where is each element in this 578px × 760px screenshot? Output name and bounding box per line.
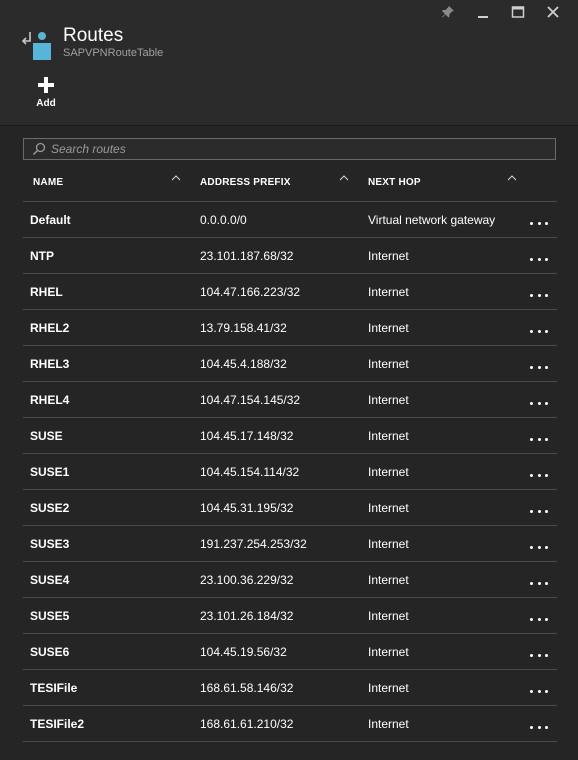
route-address-prefix: 104.47.154.145/32 xyxy=(200,393,301,407)
route-name: TESIFile xyxy=(30,681,78,695)
route-next-hop: Internet xyxy=(368,429,409,443)
more-options-icon[interactable] xyxy=(530,546,548,552)
route-address-prefix: 104.45.17.148/32 xyxy=(200,429,294,443)
table-row[interactable]: RHEL3 104.45.4.188/32 Internet xyxy=(23,346,557,382)
route-name: SUSE4 xyxy=(30,573,70,587)
window-controls xyxy=(430,2,570,22)
route-name: SUSE3 xyxy=(30,537,70,551)
more-options-icon[interactable] xyxy=(530,438,548,444)
more-options-icon[interactable] xyxy=(530,690,548,696)
route-next-hop: Internet xyxy=(368,645,409,659)
table-row[interactable]: TESIFile2 168.61.61.210/32 Internet xyxy=(23,706,557,742)
search-icon xyxy=(32,142,46,156)
route-address-prefix: 191.237.254.253/32 xyxy=(200,537,307,551)
table-row[interactable]: SUSE5 23.101.26.184/32 Internet xyxy=(23,598,557,634)
route-address-prefix: 13.79.158.41/32 xyxy=(200,321,287,335)
page-subtitle: SAPVPNRouteTable xyxy=(63,47,164,59)
route-name: RHEL xyxy=(30,285,63,299)
search-input[interactable] xyxy=(51,142,531,156)
route-name: RHEL2 xyxy=(30,321,70,335)
route-name: SUSE5 xyxy=(30,609,70,623)
table-row[interactable]: SUSE1 104.45.154.114/32 Internet xyxy=(23,454,557,490)
route-address-prefix: 104.45.31.195/32 xyxy=(200,501,294,515)
route-next-hop: Internet xyxy=(368,717,409,731)
more-options-icon[interactable] xyxy=(530,294,548,300)
route-name: RHEL4 xyxy=(30,393,70,407)
column-header-address-prefix[interactable]: ADDRESS PREFIX xyxy=(200,177,291,188)
more-options-icon[interactable] xyxy=(530,582,548,588)
route-address-prefix: 104.45.4.188/32 xyxy=(200,357,287,371)
route-next-hop: Internet xyxy=(368,285,409,299)
route-name: SUSE6 xyxy=(30,645,70,659)
plus-icon xyxy=(38,77,54,93)
route-next-hop: Internet xyxy=(368,357,409,371)
table-row[interactable]: TESIFile 168.61.58.146/32 Internet xyxy=(23,670,557,706)
routes-table: Default 0.0.0.0/0 Virtual network gatewa… xyxy=(23,202,557,742)
route-next-hop: Internet xyxy=(368,573,409,587)
more-options-icon[interactable] xyxy=(530,618,548,624)
minimize-icon[interactable] xyxy=(465,2,500,22)
route-address-prefix: 104.45.154.114/32 xyxy=(200,465,300,479)
more-options-icon[interactable] xyxy=(530,726,548,732)
route-address-prefix: 104.47.166.223/32 xyxy=(200,285,301,299)
table-row[interactable]: Default 0.0.0.0/0 Virtual network gatewa… xyxy=(23,202,557,238)
more-options-icon[interactable] xyxy=(530,330,548,336)
route-next-hop: Internet xyxy=(368,465,409,479)
column-header-name[interactable]: NAME xyxy=(33,177,63,188)
route-next-hop: Internet xyxy=(368,681,409,695)
blade-header: Routes SAPVPNRouteTable Add xyxy=(0,0,578,126)
route-next-hop: Internet xyxy=(368,501,409,515)
add-button-label: Add xyxy=(36,98,56,109)
more-options-icon[interactable] xyxy=(530,366,548,372)
table-row[interactable]: SUSE3 191.237.254.253/32 Internet xyxy=(23,526,557,562)
search-box[interactable] xyxy=(23,138,556,160)
route-next-hop: Internet xyxy=(368,609,409,623)
route-name: SUSE2 xyxy=(30,501,70,515)
table-row[interactable]: SUSE 104.45.17.148/32 Internet xyxy=(23,418,557,454)
route-next-hop: Internet xyxy=(368,537,409,551)
route-name: TESIFile2 xyxy=(30,717,85,731)
more-options-icon[interactable] xyxy=(530,510,548,516)
table-row[interactable]: SUSE2 104.45.31.195/32 Internet xyxy=(23,490,557,526)
table-row[interactable]: RHEL4 104.47.154.145/32 Internet xyxy=(23,382,557,418)
column-header-next-hop[interactable]: NEXT HOP xyxy=(368,177,421,188)
route-next-hop: Internet xyxy=(368,393,409,407)
route-address-prefix: 168.61.58.146/32 xyxy=(200,681,294,695)
route-address-prefix: 23.100.36.229/32 xyxy=(200,573,294,587)
more-options-icon[interactable] xyxy=(530,474,548,480)
table-row[interactable]: SUSE6 104.45.19.56/32 Internet xyxy=(23,634,557,670)
more-options-icon[interactable] xyxy=(530,222,548,228)
more-options-icon[interactable] xyxy=(530,654,548,660)
sort-up-icon[interactable] xyxy=(507,174,517,181)
table-row[interactable]: RHEL2 13.79.158.41/32 Internet xyxy=(23,310,557,346)
page-title: Routes xyxy=(63,25,124,46)
route-table-icon xyxy=(20,28,54,62)
table-row[interactable]: NTP 23.101.187.68/32 Internet xyxy=(23,238,557,274)
route-address-prefix: 23.101.26.184/32 xyxy=(200,609,294,623)
route-name: NTP xyxy=(30,249,54,263)
more-options-icon[interactable] xyxy=(530,402,548,408)
route-name: RHEL3 xyxy=(30,357,70,371)
table-header: NAME ADDRESS PREFIX NEXT HOP xyxy=(23,166,557,202)
maximize-icon[interactable] xyxy=(500,2,535,22)
route-next-hop: Virtual network gateway xyxy=(368,213,496,227)
sort-up-icon[interactable] xyxy=(339,174,349,181)
route-name: Default xyxy=(30,213,71,227)
table-row[interactable]: SUSE4 23.100.36.229/32 Internet xyxy=(23,562,557,598)
route-name: SUSE1 xyxy=(30,465,70,479)
table-row[interactable]: RHEL 104.47.166.223/32 Internet xyxy=(23,274,557,310)
route-address-prefix: 168.61.61.210/32 xyxy=(200,717,294,731)
route-address-prefix: 0.0.0.0/0 xyxy=(200,213,247,227)
close-icon[interactable] xyxy=(535,2,570,22)
more-options-icon[interactable] xyxy=(530,258,548,264)
pin-icon[interactable] xyxy=(430,2,465,22)
route-next-hop: Internet xyxy=(368,321,409,335)
add-button[interactable]: Add xyxy=(30,76,62,109)
sort-up-icon[interactable] xyxy=(171,174,181,181)
route-next-hop: Internet xyxy=(368,249,409,263)
route-address-prefix: 23.101.187.68/32 xyxy=(200,249,294,263)
route-name: SUSE xyxy=(30,429,63,443)
route-address-prefix: 104.45.19.56/32 xyxy=(200,645,287,659)
